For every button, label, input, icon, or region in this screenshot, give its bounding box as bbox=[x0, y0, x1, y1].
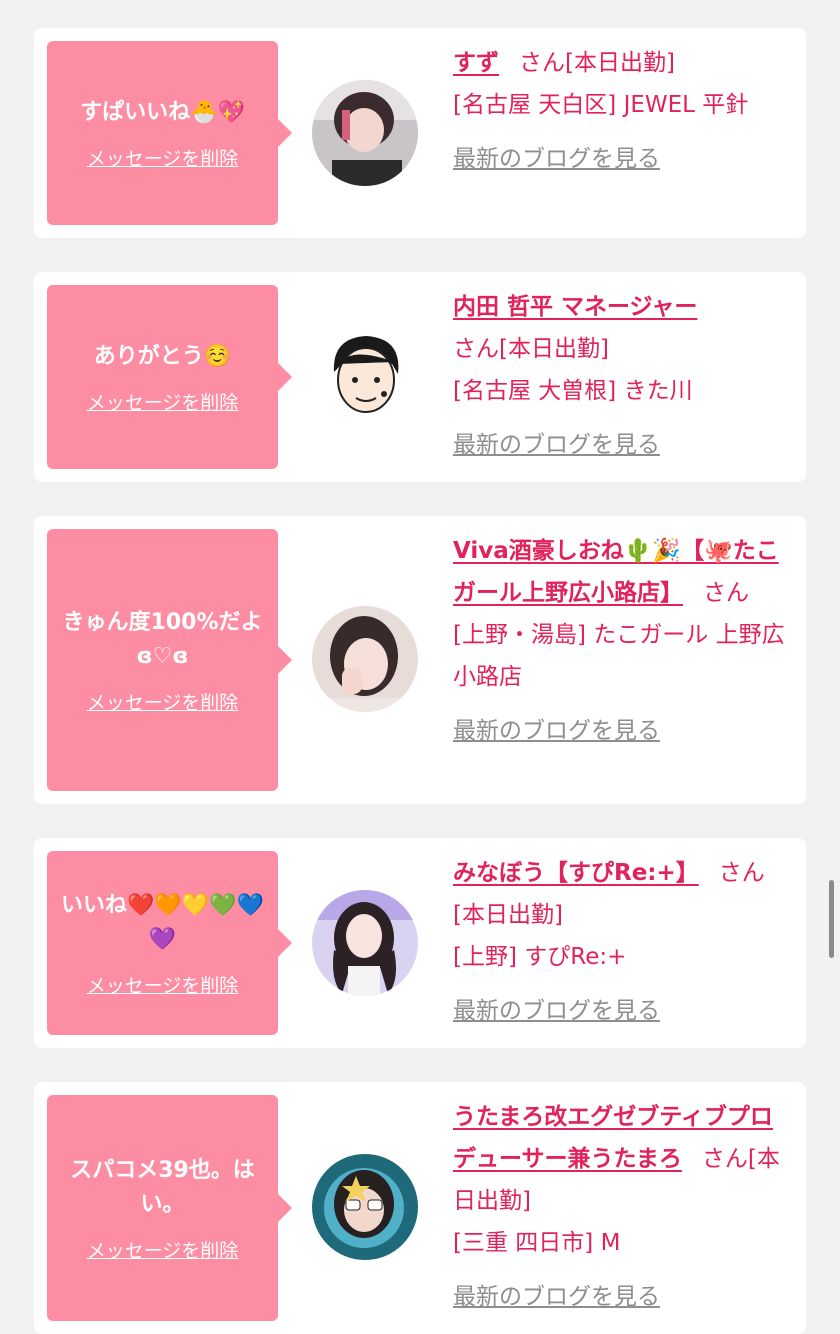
avatar[interactable] bbox=[312, 324, 418, 430]
cast-info: 内田 哲平 マネージャー さん[本日出勤] [名古屋 大曽根] きた川 最新のブ… bbox=[453, 286, 791, 466]
message-card: ありがとう☺️ メッセージを削除 内田 哲平 マネージャー さん[本日出勤] [… bbox=[34, 272, 806, 482]
delete-message-link[interactable]: メッセージを削除 bbox=[87, 1236, 239, 1263]
message-text: いいね❤️🧡💛💚💙💜 bbox=[61, 892, 264, 952]
scrollbar[interactable] bbox=[829, 880, 834, 958]
cast-info: みなぼう【すぴRe:+】 さん[本日出勤] [上野] すぴRe:+ 最新のブログを… bbox=[453, 852, 791, 1032]
cast-status: さん[本日出勤] bbox=[519, 50, 675, 76]
cast-name-link[interactable]: すず bbox=[453, 50, 499, 76]
avatar[interactable] bbox=[312, 890, 418, 996]
avatar[interactable] bbox=[312, 80, 418, 186]
latest-blog-link[interactable]: 最新のブログを見る bbox=[453, 424, 791, 466]
latest-blog-link[interactable]: 最新のブログを見る bbox=[453, 1276, 791, 1318]
cast-location: [名古屋 大曽根] きた川 bbox=[453, 378, 693, 404]
cast-location: [上野] すぴRe:+ bbox=[453, 944, 627, 970]
cast-status: さん[本日出勤] bbox=[453, 336, 609, 362]
message-card: スパコメ39也。はい。 メッセージを削除 うたまろ改エグゼブティブプロデューサー… bbox=[34, 1082, 806, 1334]
message-bubble: いいね❤️🧡💛💚💙💜 メッセージを削除 bbox=[47, 851, 292, 1035]
message-card: すぱいいね🐣💖 メッセージを削除 すず さん[本日出勤] [名古屋 天白区] JE… bbox=[34, 28, 806, 238]
latest-blog-link[interactable]: 最新のブログを見る bbox=[453, 710, 791, 752]
message-text: ありがとう☺️ bbox=[93, 343, 232, 369]
cast-info: Viva酒豪しおね🌵🎉【🐙たこガール上野広小路店】 さん [上野・湯島] たこガー… bbox=[453, 530, 791, 752]
cast-info: すず さん[本日出勤] [名古屋 天白区] JEWEL 平針 最新のブログを見る bbox=[453, 42, 791, 180]
message-bubble: きゅん度100%だよɞ♡ɞ メッセージを削除 bbox=[47, 529, 292, 791]
avatar[interactable] bbox=[312, 1154, 418, 1260]
message-text: きゅん度100%だよɞ♡ɞ bbox=[62, 609, 263, 669]
message-bubble: スパコメ39也。はい。 メッセージを削除 bbox=[47, 1095, 292, 1321]
delete-message-link[interactable]: メッセージを削除 bbox=[87, 388, 239, 415]
message-card: いいね❤️🧡💛💚💙💜 メッセージを削除 みなぼう【すぴRe:+】 さん[本日出勤]… bbox=[34, 838, 806, 1048]
cast-location: [上野・湯島] たこガール 上野広小路店 bbox=[453, 622, 785, 690]
latest-blog-link[interactable]: 最新のブログを見る bbox=[453, 990, 791, 1032]
delete-message-link[interactable]: メッセージを削除 bbox=[87, 688, 239, 715]
message-card: きゅん度100%だよɞ♡ɞ メッセージを削除 Viva酒豪しおね🌵🎉【🐙たこガー… bbox=[34, 516, 806, 804]
message-bubble: ありがとう☺️ メッセージを削除 bbox=[47, 285, 292, 469]
delete-message-link[interactable]: メッセージを削除 bbox=[87, 144, 239, 171]
delete-message-link[interactable]: メッセージを削除 bbox=[87, 971, 239, 998]
cast-status: さん bbox=[703, 580, 749, 606]
cast-name-link[interactable]: みなぼう【すぴRe:+】 bbox=[453, 860, 699, 886]
message-text: スパコメ39也。はい。 bbox=[70, 1157, 255, 1217]
latest-blog-link[interactable]: 最新のブログを見る bbox=[453, 138, 791, 180]
message-text: すぱいいね🐣💖 bbox=[80, 99, 245, 125]
cast-location: [三重 四日市] M bbox=[453, 1230, 621, 1256]
cast-location: [名古屋 天白区] JEWEL 平針 bbox=[453, 92, 749, 118]
cast-name-link[interactable]: 内田 哲平 マネージャー bbox=[453, 294, 697, 320]
avatar[interactable] bbox=[312, 606, 418, 712]
cast-info: うたまろ改エグゼブティブプロデューサー兼うたまろ さん[本日出勤] [三重 四日市… bbox=[453, 1096, 791, 1318]
message-bubble: すぱいいね🐣💖 メッセージを削除 bbox=[47, 41, 292, 225]
